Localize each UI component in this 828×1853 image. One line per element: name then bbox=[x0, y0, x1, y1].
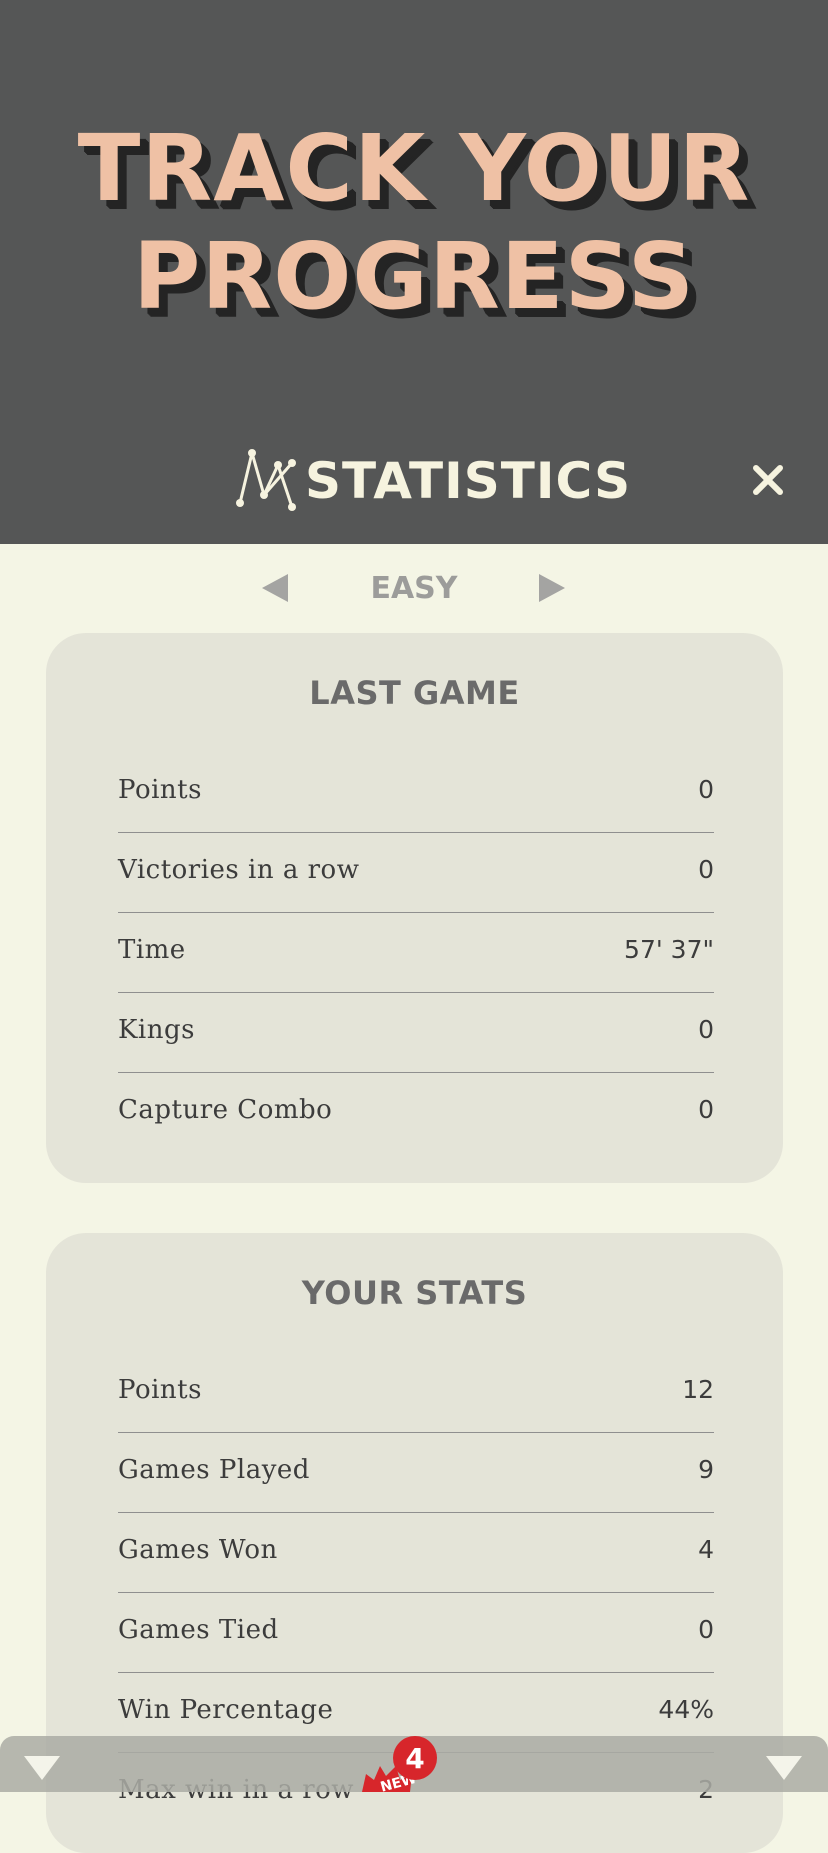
row-label: Points bbox=[118, 1375, 202, 1405]
row-value: 9 bbox=[698, 1455, 714, 1484]
row-label: Capture Combo bbox=[118, 1095, 333, 1125]
row-value: 0 bbox=[698, 1615, 714, 1644]
row-label: Victories in a row bbox=[118, 855, 360, 885]
row-label: Time bbox=[118, 935, 186, 965]
statistics-header: STATISTICS bbox=[0, 445, 828, 525]
row-value: 12 bbox=[682, 1375, 714, 1404]
table-row: Capture Combo 0 bbox=[118, 1073, 714, 1152]
table-row: Games Tied 0 bbox=[118, 1593, 714, 1673]
hero-title-line2: PROGRESS bbox=[132, 223, 696, 330]
table-row: Time 57' 37" bbox=[118, 913, 714, 993]
row-label: Games Tied bbox=[118, 1615, 279, 1645]
triangle-right-icon[interactable] bbox=[539, 574, 565, 602]
row-value: 0 bbox=[698, 1015, 714, 1044]
row-label: Points bbox=[118, 775, 202, 805]
row-value: 44% bbox=[658, 1695, 714, 1724]
statistics-title: STATISTICS bbox=[305, 452, 632, 510]
row-label: Games Played bbox=[118, 1455, 310, 1485]
table-row: Games Won 4 bbox=[118, 1513, 714, 1593]
hero-title: TRACK YOUR PROGRESS bbox=[0, 115, 828, 331]
difficulty-selector: EASY bbox=[0, 564, 828, 614]
row-value: 57' 37" bbox=[624, 935, 714, 964]
table-row: Games Played 9 bbox=[118, 1433, 714, 1513]
triangle-left-icon[interactable] bbox=[262, 574, 288, 602]
last-game-rows: Points 0 Victories in a row 0 Time 57' 3… bbox=[118, 753, 714, 1152]
close-icon[interactable] bbox=[748, 460, 788, 500]
hero-banner: TRACK YOUR PROGRESS STATISTICS bbox=[0, 0, 828, 544]
table-row: Kings 0 bbox=[118, 993, 714, 1073]
row-value: 4 bbox=[698, 1535, 714, 1564]
chevron-down-icon[interactable] bbox=[24, 1756, 60, 1780]
row-value: 0 bbox=[698, 775, 714, 804]
new-badge[interactable]: NEW 4 bbox=[360, 1736, 440, 1792]
row-label: Games Won bbox=[118, 1535, 278, 1565]
table-row: Victories in a row 0 bbox=[118, 833, 714, 913]
last-game-title: LAST GAME bbox=[309, 674, 520, 712]
badge-count: 4 bbox=[405, 1742, 424, 1775]
difficulty-label: EASY bbox=[370, 571, 458, 606]
chevron-down-icon[interactable] bbox=[766, 1756, 802, 1780]
row-label: Win Percentage bbox=[118, 1695, 334, 1725]
hero-title-line1: TRACK YOUR bbox=[77, 115, 751, 222]
your-stats-title: YOUR STATS bbox=[301, 1274, 528, 1312]
stats-graph-icon bbox=[236, 449, 296, 511]
row-value: 0 bbox=[698, 1095, 714, 1124]
last-game-card: LAST GAME Points 0 Victories in a row 0 … bbox=[46, 633, 783, 1183]
table-row: Points 12 bbox=[118, 1353, 714, 1433]
row-label: Kings bbox=[118, 1015, 195, 1045]
row-value: 0 bbox=[698, 855, 714, 884]
table-row: Points 0 bbox=[118, 753, 714, 833]
